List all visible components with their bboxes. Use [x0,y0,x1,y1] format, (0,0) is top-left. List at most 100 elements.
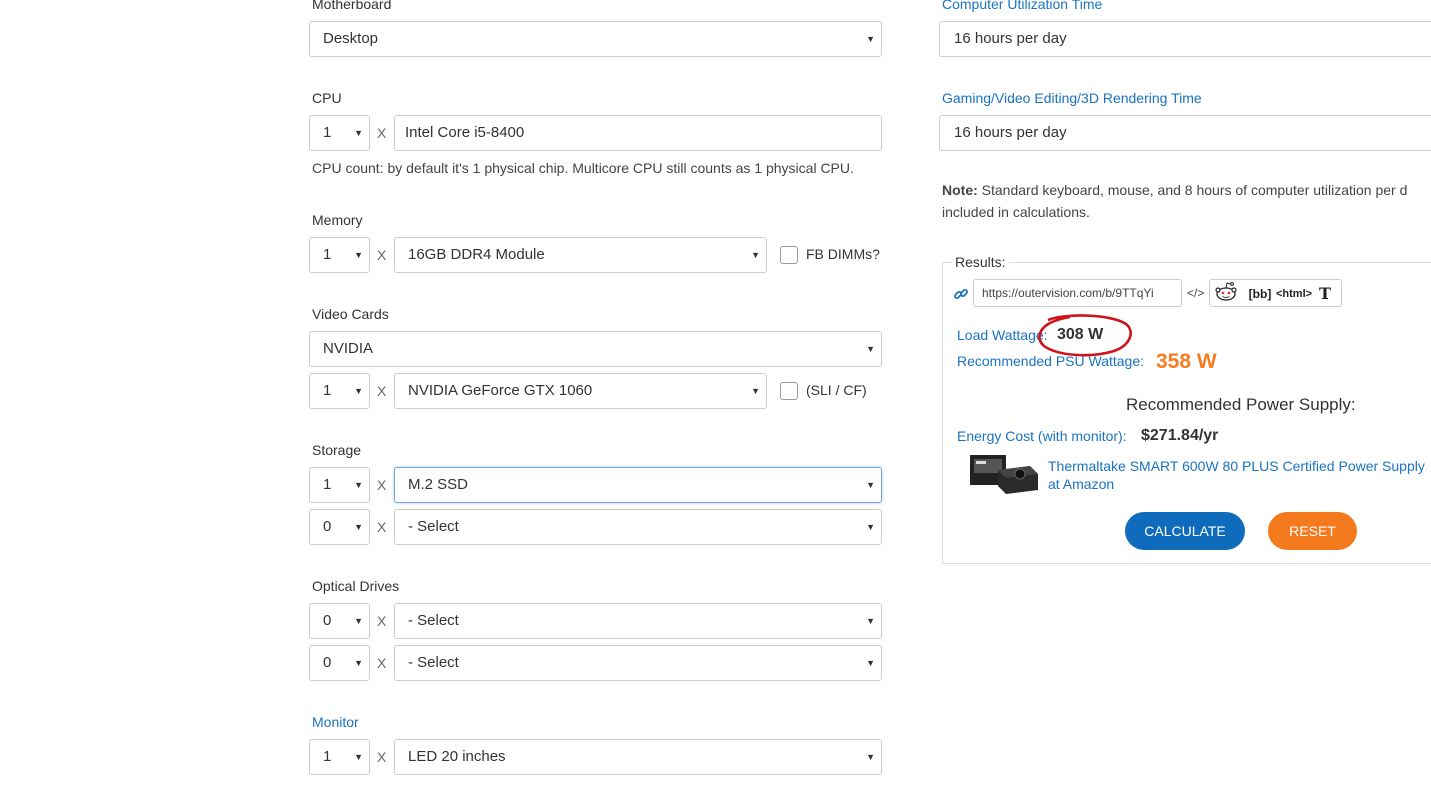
utilization-time-select[interactable]: 16 hours per day [939,21,1431,57]
times-separator: X [377,383,387,399]
monitor-type-select[interactable]: LED 20 inches ▼ [394,739,882,775]
share-url-input[interactable]: https://outervision.com/b/9TTqYi [973,279,1182,307]
dropdown-arrow-icon: ▼ [354,616,363,626]
gaming-time-label[interactable]: Gaming/Video Editing/3D Rendering Time [942,90,1202,106]
dropdown-arrow-icon: ▼ [354,250,363,260]
storage-type-select-1[interactable]: M.2 SSD ▼ [394,467,882,503]
memory-module-value: 16GB DDR4 Module [408,246,545,263]
optical-type-select-1[interactable]: - Select ▼ [394,603,882,639]
storage-count-value: 0 [323,518,332,535]
reddit-icon[interactable] [1210,280,1242,308]
storage-type-value: M.2 SSD [408,476,469,493]
dropdown-arrow-icon: ▼ [866,616,875,626]
optical-count-select-2[interactable]: 0 ▼ [309,645,370,681]
power-supply-product-image[interactable] [968,452,1042,496]
monitor-count-value: 1 [323,748,332,765]
monitor-type-value: LED 20 inches [408,748,506,765]
optical-type-select-2[interactable]: - Select ▼ [394,645,882,681]
memory-module-select[interactable]: 16GB DDR4 Module ▼ [394,237,767,273]
embed-code-icon[interactable]: </> [1187,286,1204,300]
recommended-psu-title: Recommended Power Supply: [1126,395,1356,414]
reset-button[interactable]: RESET [1268,512,1357,550]
times-separator: X [377,477,387,493]
cpu-count-hint: CPU count: by default it's 1 physical ch… [312,160,854,176]
video-card-select[interactable]: NVIDIA GeForce GTX 1060 ▼ [394,373,767,409]
motherboard-value: Desktop [323,30,379,47]
dropdown-arrow-icon: ▼ [866,658,875,668]
storage-count-value: 1 [323,476,332,493]
storage-count-select-1[interactable]: 1 ▼ [309,467,370,503]
dropdown-arrow-icon: ▼ [354,480,363,490]
optical-count-select-1[interactable]: 0 ▼ [309,603,370,639]
times-separator: X [377,613,387,629]
dropdown-arrow-icon: ▼ [866,752,875,762]
storage-label: Storage [312,442,362,458]
optical-type-value: - Select [408,612,459,629]
dropdown-arrow-icon: ▼ [751,250,760,260]
fb-dimms-checkbox[interactable] [780,246,798,264]
load-wattage-label: Load Wattage: [957,327,1048,343]
text-share-button[interactable]: T [1309,280,1341,308]
times-separator: X [377,749,387,765]
energy-cost-label: Energy Cost (with monitor): [957,428,1127,444]
html-embed-button[interactable]: <html> [1276,280,1312,308]
bbcode-button[interactable]: [bb] [1244,280,1276,308]
storage-count-select-2[interactable]: 0 ▼ [309,509,370,545]
memory-count-value: 1 [323,246,332,263]
sli-cf-checkbox[interactable] [780,382,798,400]
share-button-group: [bb] <html> T [1209,279,1342,307]
dropdown-arrow-icon: ▼ [866,480,875,490]
storage-type-select-2[interactable]: - Select ▼ [394,509,882,545]
note-line-1: Standard keyboard, mouse, and 8 hours of… [977,182,1408,198]
video-cards-label: Video Cards [312,306,389,322]
note-text: Note: Standard keyboard, mouse, and 8 ho… [942,179,1431,223]
dropdown-arrow-icon: ▼ [354,128,363,138]
optical-count-value: 0 [323,612,332,629]
cpu-model-input[interactable]: Intel Core i5-8400 [394,115,882,151]
video-count-value: 1 [323,382,332,399]
link-icon [953,286,969,302]
storage-type-value: - Select [408,518,459,535]
dropdown-arrow-icon: ▼ [354,752,363,762]
psu-wattage-value: 358 W [1156,350,1217,373]
motherboard-select[interactable]: Desktop ▼ [309,21,882,57]
utilization-time-label[interactable]: Computer Utilization Time [942,0,1102,12]
dropdown-arrow-icon: ▼ [751,386,760,396]
dropdown-arrow-icon: ▼ [354,522,363,532]
times-separator: X [377,247,387,263]
times-separator: X [377,655,387,671]
optical-drives-label: Optical Drives [312,578,400,594]
results-legend: Results: [952,254,1009,270]
memory-label: Memory [312,212,363,228]
annotation-circle [1036,312,1134,358]
dropdown-arrow-icon: ▼ [866,344,875,354]
video-card-value: NVIDIA GeForce GTX 1060 [408,382,593,399]
energy-cost-value: $271.84/yr [1141,427,1219,444]
times-separator: X [377,519,387,535]
dropdown-arrow-icon: ▼ [354,386,363,396]
gaming-time-select[interactable]: 16 hours per day [939,115,1431,151]
monitor-label[interactable]: Monitor [312,714,359,730]
cpu-label: CPU [312,90,342,106]
monitor-count-select[interactable]: 1 ▼ [309,739,370,775]
utilization-time-value: 16 hours per day [954,30,1067,47]
product-link-line-2: at Amazon [1048,476,1115,492]
video-brand-value: NVIDIA [323,340,374,357]
optical-count-value: 0 [323,654,332,671]
gaming-time-value: 16 hours per day [954,124,1067,141]
video-brand-select[interactable]: NVIDIA ▼ [309,331,882,367]
fb-dimms-label: FB DIMMs? [806,246,880,262]
dropdown-arrow-icon: ▼ [866,34,875,44]
optical-type-value: - Select [408,654,459,671]
product-link-line-1: Thermaltake SMART 600W 80 PLUS Certified… [1048,458,1425,474]
video-count-select[interactable]: 1 ▼ [309,373,370,409]
calculate-button[interactable]: CALCULATE [1125,512,1245,550]
times-separator: X [377,125,387,141]
dropdown-arrow-icon: ▼ [866,522,875,532]
power-supply-product-link[interactable]: Thermaltake SMART 600W 80 PLUS Certified… [1048,457,1425,493]
motherboard-label: Motherboard [312,0,392,12]
note-heading: Note: [942,182,978,198]
sli-cf-label: (SLI / CF) [806,382,867,398]
memory-count-select[interactable]: 1 ▼ [309,237,370,273]
cpu-count-select[interactable]: 1 ▼ [309,115,370,151]
